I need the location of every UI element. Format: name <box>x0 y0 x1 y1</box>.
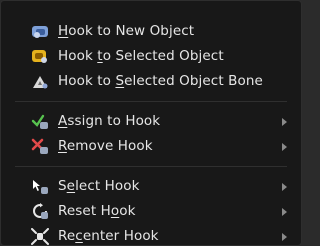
menu-item-assign-to-hook[interactable]: Assign to Hook <box>1 109 301 134</box>
hook-selected-bone-icon <box>31 73 49 90</box>
select-hook-icon <box>31 178 49 195</box>
submenu-arrow-icon <box>282 183 287 191</box>
menu-item-hook-to-new-object[interactable]: Hook to New Object <box>1 19 301 44</box>
submenu-arrow-icon <box>282 208 287 216</box>
submenu-arrow-icon <box>282 118 287 126</box>
hooks-context-menu: Hook to New Object Hook to Selected Obje… <box>0 0 302 246</box>
menu-item-hook-to-selected-object-bone[interactable]: Hook to Selected Object Bone <box>1 69 301 94</box>
menu-separator <box>15 166 287 167</box>
menu-item-recenter-hook[interactable]: Recenter Hook <box>1 224 301 245</box>
recenter-hook-icon <box>31 228 49 245</box>
menu-item-remove-hook[interactable]: Remove Hook <box>1 134 301 159</box>
remove-hook-icon <box>31 138 49 155</box>
menu-item-hook-to-selected-object[interactable]: Hook to Selected Object <box>1 44 301 69</box>
menu-separator <box>15 101 287 102</box>
hook-new-object-icon <box>31 23 49 40</box>
menu-item-select-hook[interactable]: Select Hook <box>1 174 301 199</box>
reset-hook-icon <box>31 203 49 220</box>
menu-item-reset-hook[interactable]: Reset Hook <box>1 199 301 224</box>
assign-hook-icon <box>31 113 49 130</box>
submenu-arrow-icon <box>282 233 287 241</box>
submenu-arrow-icon <box>282 143 287 151</box>
hook-selected-object-icon <box>31 48 49 65</box>
